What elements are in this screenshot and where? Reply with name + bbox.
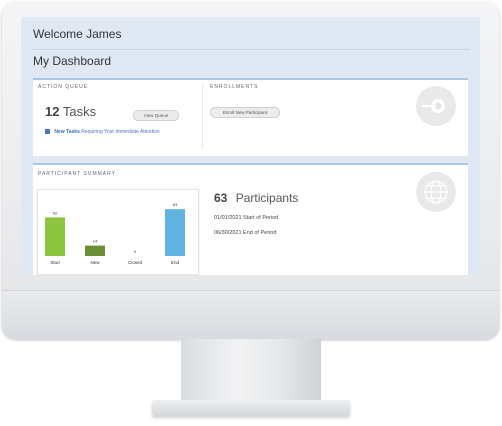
view-queue-button[interactable]: View Queue bbox=[133, 110, 179, 121]
participants-count-number: 63 bbox=[214, 191, 228, 205]
page-title: My Dashboard bbox=[33, 54, 112, 68]
bar-value-label-closed: 0 bbox=[134, 249, 137, 254]
category-label-closed: Closed bbox=[128, 260, 143, 265]
globe-icon bbox=[416, 172, 456, 212]
category-label-new: New bbox=[90, 260, 100, 265]
participant-bar-chart: 52 Start 14 New 0 Closed 63 End bbox=[45, 202, 185, 265]
action-queue-label: ACTION QUEUE bbox=[38, 84, 89, 90]
participant-summary-label: PARTICIPANT SUMMARY bbox=[38, 171, 116, 177]
monitor-stand-neck bbox=[181, 339, 321, 403]
new-tasks-rest: Requiring Your Immediate Attention bbox=[81, 129, 160, 135]
bar-value-label-end: 63 bbox=[173, 202, 178, 207]
participants-count: 63 Participants bbox=[214, 191, 298, 205]
enrollments-label: ENROLLMENTS bbox=[210, 84, 259, 90]
bar-end bbox=[165, 209, 185, 256]
tasks-count-number: 12 bbox=[45, 104, 60, 119]
category-label-start: Start bbox=[50, 260, 60, 265]
period-end: 06/30/2021 End of Period bbox=[214, 230, 277, 236]
bar-new bbox=[85, 245, 105, 256]
bar-start bbox=[45, 217, 65, 256]
monitor-chin bbox=[2, 290, 499, 340]
calendar-icon bbox=[45, 129, 50, 135]
new-tasks-link[interactable]: New Tasks Requiring Your Immediate Atten… bbox=[45, 129, 160, 135]
tasks-count-label: Tasks bbox=[62, 104, 97, 119]
enroll-illustration-icon bbox=[416, 86, 456, 126]
monitor-stand-base bbox=[152, 400, 350, 416]
participants-count-label: Participants bbox=[235, 191, 299, 205]
new-tasks-bold: New Tasks bbox=[54, 129, 80, 135]
enroll-participant-button[interactable]: Enroll New Participant bbox=[210, 107, 280, 118]
panel-divider bbox=[202, 84, 203, 150]
welcome-heading: Welcome James bbox=[33, 27, 122, 41]
participant-chart: 52 Start 14 New 0 Closed 63 End bbox=[37, 189, 199, 275]
participant-summary-panel: PARTICIPANT SUMMARY 52 Start 14 New 0 Closed 6… bbox=[33, 163, 468, 275]
header-divider bbox=[33, 49, 470, 50]
category-label-end: End bbox=[171, 260, 180, 265]
screen: Welcome James My Dashboard ACTION QUEUE … bbox=[21, 17, 480, 275]
action-panel: ACTION QUEUE 12 Tasks View Queue New Tas… bbox=[33, 78, 468, 156]
tasks-count: 12 Tasks bbox=[45, 104, 96, 119]
bar-value-label-new: 14 bbox=[93, 239, 98, 244]
period-start: 01/01/2021 Start of Period bbox=[214, 215, 279, 221]
bar-value-label-start: 52 bbox=[53, 210, 58, 215]
